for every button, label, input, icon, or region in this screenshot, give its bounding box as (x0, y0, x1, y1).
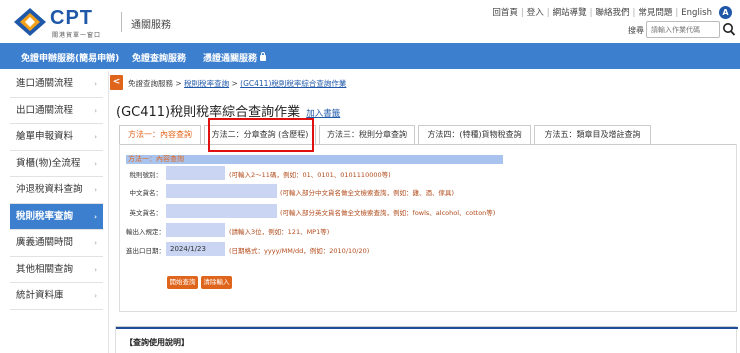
accessibility-icon[interactable]: A (719, 6, 732, 19)
link-faq[interactable]: 常見問題 (638, 6, 672, 18)
tariff-input[interactable] (166, 166, 225, 180)
main-nav: 免證申辦服務(簡易申辦) 免證查詢服務 憑證通關服務 (0, 43, 740, 69)
sidebar-item-label: 貨櫃(物)全流程 (16, 157, 81, 169)
chevron-right-icon: › (94, 159, 97, 168)
usage-section: 【查詢使用說明】 (115, 326, 738, 353)
sidebar-item-label: 進口通關流程 (16, 78, 74, 89)
usage-title[interactable]: 【查詢使用說明】 (125, 337, 189, 348)
sidebar-item-export[interactable]: 出口通關流程 › (10, 98, 103, 124)
sidebar-item-label: 稅則稅率查詢 (16, 210, 74, 222)
link-home[interactable]: 回首頁 (492, 6, 518, 18)
search-input[interactable] (646, 21, 720, 38)
sidebar-item-label: 廣義通關時間 (16, 237, 74, 248)
nav-cert-service-wrap[interactable]: 憑證通關服務 (203, 51, 267, 64)
cpt-logo[interactable]: CPT 關港貿單一窗口 (14, 6, 114, 39)
breadcrumb: 免證查詢服務 > 稅則稅率查詢 > (GC411)稅則稅率綜合查詢作業 (128, 78, 346, 89)
date-label: 進出口日期： (126, 247, 165, 255)
logo-text: CPT (50, 7, 93, 29)
query-button[interactable]: 開始查詢 (167, 276, 198, 289)
sidebar-item-statistics[interactable]: 統計資料庫 › (10, 283, 103, 310)
sidebar-item-label: 統計資料庫 (16, 290, 64, 301)
search-label: 搜尋 (628, 26, 644, 35)
clear-button[interactable]: 清除輸入 (201, 276, 232, 289)
breadcrumb-item-service[interactable]: 免證查詢服務 (128, 79, 173, 88)
tab-method-1[interactable]: 方法一：內容查詢 (119, 125, 201, 144)
lock-icon (260, 52, 267, 61)
chevron-right-icon: › (94, 265, 97, 274)
sidebar-item-label: 出口通關流程 (16, 104, 74, 116)
sidebar-item-other[interactable]: 其他相關查詢 › (10, 257, 103, 283)
sidebar-item-label: 沖退稅資料查詢 (16, 184, 83, 195)
sidebar-item-import[interactable]: 進口通關流程 › (10, 71, 103, 98)
nav-simple-apply[interactable]: 免證申辦服務(簡易申辦) (21, 51, 119, 64)
section-title: 方法一：內容查詢 (126, 155, 503, 164)
chevron-right-icon: › (94, 186, 97, 194)
sidebar-divider (108, 71, 109, 353)
breadcrumb-item-current[interactable]: (GC411)稅則稅率綜合查詢作業 (240, 79, 346, 88)
sidebar-item-label: 艙單申報資料 (16, 131, 74, 142)
link-contact[interactable]: 聯絡我們 (596, 6, 630, 18)
collapse-sidebar-button[interactable]: < (110, 75, 123, 90)
cn-name-input[interactable] (166, 184, 277, 198)
link-login[interactable]: 登入 (527, 6, 544, 18)
date-hint: (日期格式：yyyy/MM/dd，例如：2010/10/20) (229, 247, 370, 255)
chevron-right-icon: › (94, 133, 97, 141)
search-icon[interactable] (722, 22, 736, 37)
tariff-label: 稅則號別： (129, 171, 163, 179)
breadcrumb-item-tariff[interactable]: 稅則稅率查詢 (184, 79, 229, 88)
rule-hint: (請輸入3位，例如：121、MP1等) (229, 228, 330, 236)
chevron-right-icon: › (94, 106, 97, 115)
link-english[interactable]: English (681, 8, 712, 18)
tariff-hint: (可輸入2～11碼，例如：01、0101、0101110000等) (229, 171, 391, 179)
sidebar-item-drawback[interactable]: 沖退稅資料查詢 › (10, 177, 103, 204)
tab-method-4[interactable]: 方法四：(特種)貨物稅查詢 (418, 125, 531, 144)
chevron-right-icon: › (94, 292, 97, 300)
top-links: 回首頁 | 登入 | 網站導覽 | 聯絡我們 | 常見問題 | English (492, 6, 712, 18)
link-sitemap[interactable]: 網站導覽 (553, 6, 587, 18)
tab-method-3[interactable]: 方法三：稅則分章查詢 (319, 125, 415, 144)
sidebar-item-container[interactable]: 貨櫃(物)全流程 › (10, 151, 103, 177)
sidebar-item-label: 其他相關查詢 (16, 263, 74, 275)
rule-input[interactable] (166, 223, 225, 237)
logo-diamond-icon (14, 8, 46, 36)
en-name-input[interactable] (166, 204, 277, 218)
sidebar-item-clearance-time[interactable]: 廣義通關時間 › (10, 230, 103, 257)
en-name-label: 英文貨名： (129, 209, 163, 217)
nav-query-service[interactable]: 免證查詢服務 (132, 51, 186, 64)
sidebar-item-tariff[interactable]: 稅則稅率查詢 › (10, 203, 103, 230)
header-divider (121, 12, 122, 32)
logo-subtitle: 關港貿單一窗口 (52, 32, 102, 39)
en-name-hint: (可輸入部分英文貨名做全文檢索查詢，例如：fowls、alcohol、cotto… (280, 209, 496, 217)
date-input[interactable]: 2024/1/23 (166, 242, 225, 256)
breadcrumb-separator: > (231, 79, 238, 88)
cn-name-hint: (可輸入部分中文貨名做全文檢索查詢，例如：雞、酒、傢具) (280, 189, 455, 197)
breadcrumb-separator: > (175, 79, 182, 88)
chevron-right-icon: › (94, 212, 97, 221)
tab-method-5[interactable]: 方法五：類章目及增註查詢 (534, 125, 651, 144)
site-header: CPT 關港貿單一窗口 通關服務 回首頁 | 登入 | 網站導覽 | 聯絡我們 | 常見問題 | E… (0, 0, 740, 43)
sidebar: 進口通關流程 › 出口通關流程 › 艙單申報資料 › 貨櫃(物)全流程 › 沖退稅資料查… (10, 71, 103, 310)
site-name: 通關服務 (131, 20, 171, 31)
rule-label: 輸出入規定： (126, 228, 165, 236)
sidebar-item-manifest[interactable]: 艙單申報資料 › (10, 124, 103, 151)
nav-cert-service: 憑證通關服務 (203, 54, 258, 64)
chevron-right-icon: › (94, 80, 97, 88)
chevron-right-icon: › (94, 239, 97, 247)
cn-name-label: 中文貨名： (129, 189, 163, 197)
usage-top-bar (116, 327, 738, 329)
